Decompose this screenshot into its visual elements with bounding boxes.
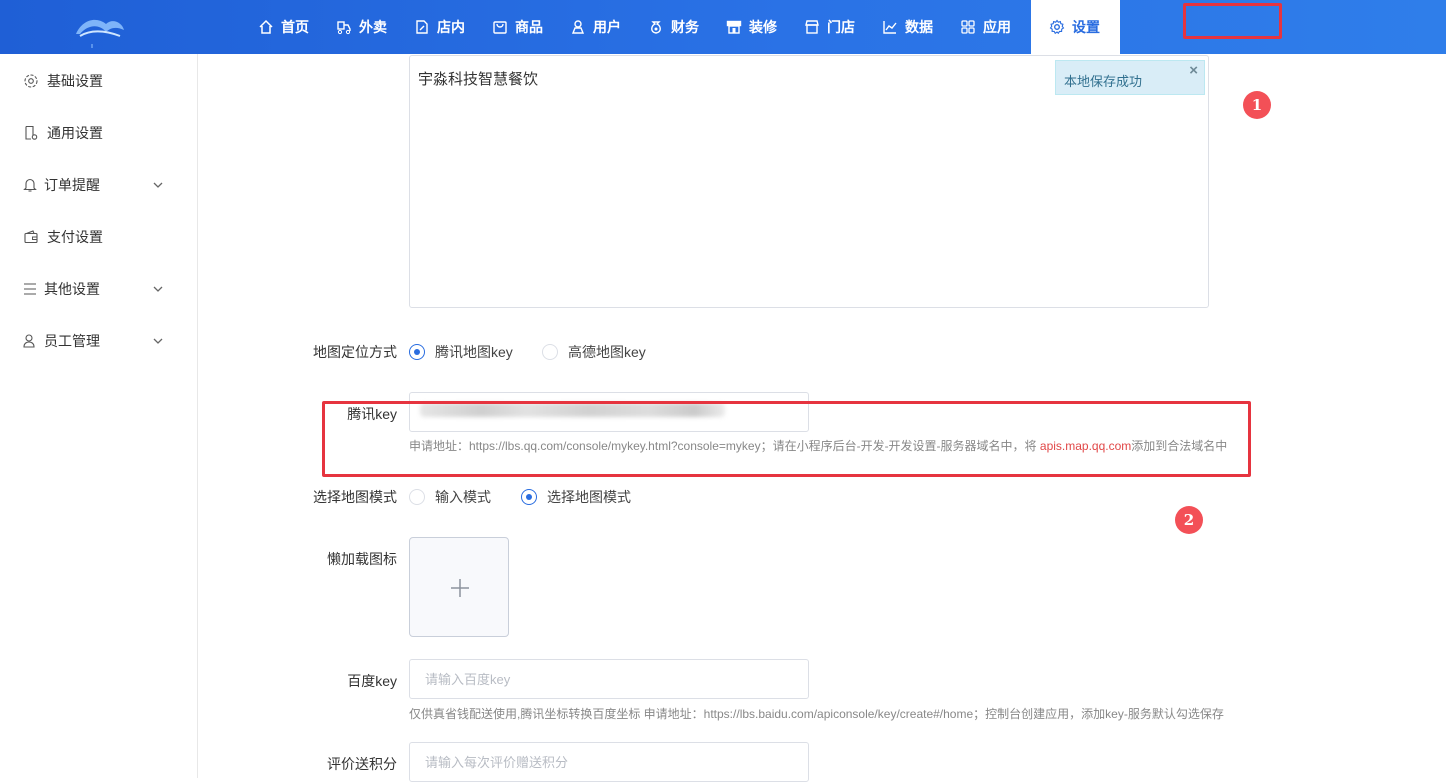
nav-users[interactable]: 用户 xyxy=(557,0,635,54)
map-mode-label: 选择地图模式 xyxy=(313,489,397,505)
nav-label: 设置 xyxy=(1072,19,1100,35)
save-success-toast: 本地保存成功 × xyxy=(1055,60,1205,95)
gear-icon xyxy=(24,74,38,88)
radio-dot-checked xyxy=(521,489,537,505)
radio-input-mode[interactable]: 输入模式 xyxy=(409,487,491,507)
nav-apps[interactable]: 应用 xyxy=(947,0,1025,54)
radio-tencent-map-key[interactable]: 腾讯地图key xyxy=(409,342,513,362)
chart-icon xyxy=(883,21,897,34)
radio-dot-checked xyxy=(409,344,425,360)
nav-label: 装修 xyxy=(749,19,777,35)
gear-icon xyxy=(1049,19,1065,35)
chevron-down-icon xyxy=(153,182,163,188)
document-icon xyxy=(25,125,38,140)
apps-grid-icon xyxy=(961,20,975,34)
radio-select-map-mode[interactable]: 选择地图模式 xyxy=(521,487,631,507)
top-navbar: 首页 外卖 店内 商品 用户 财务 装修 门店 数据 应用 设置 xyxy=(0,0,1446,54)
nav-label: 外卖 xyxy=(359,19,387,35)
radio-dot xyxy=(409,489,425,505)
baidu-key-hint: 仅供真省钱配送使用,腾讯坐标转换百度坐标 申请地址：https://lbs.ba… xyxy=(409,707,1224,721)
toast-text: 本地保存成功 xyxy=(1064,74,1143,89)
menu-lines-icon xyxy=(24,283,36,295)
bell-icon xyxy=(23,178,37,192)
nav-label: 财务 xyxy=(671,19,699,35)
lazy-icon-label: 懒加载图标 xyxy=(327,551,397,567)
nav-products[interactable]: 商品 xyxy=(479,0,557,54)
radio-label: 选择地图模式 xyxy=(547,489,631,505)
sidebar-item-order-alerts[interactable]: 订单提醒 xyxy=(0,159,197,211)
user-icon xyxy=(571,20,585,34)
sidebar-item-label: 支付设置 xyxy=(47,229,103,245)
shop-icon xyxy=(805,20,819,34)
sidebar-item-payment-settings[interactable]: 支付设置 xyxy=(0,211,197,263)
storefront-icon xyxy=(726,20,742,34)
review-points-label: 评价送积分 xyxy=(327,756,397,772)
sidebar: 基础设置 通用设置 订单提醒 支付设置 其他设置 员工管理 xyxy=(0,54,198,778)
nav-label: 首页 xyxy=(281,19,309,35)
sidebar-item-label: 员工管理 xyxy=(44,333,100,349)
sidebar-item-staff-management[interactable]: 员工管理 xyxy=(0,315,197,367)
nav-label: 门店 xyxy=(827,19,855,35)
sidebar-item-label: 订单提醒 xyxy=(44,177,100,193)
sidebar-item-general-settings[interactable]: 通用设置 xyxy=(0,107,197,159)
nav-label: 应用 xyxy=(983,19,1011,35)
bag-icon xyxy=(493,21,507,34)
sidebar-item-label: 基础设置 xyxy=(47,73,103,89)
nav-label: 店内 xyxy=(437,19,465,35)
money-bag-icon xyxy=(651,21,661,34)
settings-highlight-box xyxy=(1183,3,1282,39)
toast-close-icon[interactable]: × xyxy=(1189,62,1198,79)
baidu-key-label: 百度key xyxy=(347,673,397,689)
radio-label: 腾讯地图key xyxy=(435,344,513,360)
nav-label: 用户 xyxy=(593,19,621,35)
nav-data[interactable]: 数据 xyxy=(869,0,947,54)
annotation-badge-1: 1 xyxy=(1243,91,1271,119)
logo-icon xyxy=(76,19,124,48)
plus-icon xyxy=(451,579,469,597)
nav-delivery[interactable]: 外卖 xyxy=(323,0,401,54)
nav-stores[interactable]: 门店 xyxy=(791,0,869,54)
nav-label: 数据 xyxy=(905,19,933,35)
sidebar-item-label: 通用设置 xyxy=(47,125,103,141)
chevron-down-icon xyxy=(153,338,163,344)
radio-dot xyxy=(542,344,558,360)
baidu-key-input[interactable] xyxy=(409,659,809,699)
sidebar-item-label: 其他设置 xyxy=(44,281,100,297)
nav-settings[interactable]: 设置 xyxy=(1031,0,1120,54)
nav-home[interactable]: 首页 xyxy=(245,0,323,54)
delivery-icon xyxy=(337,21,351,35)
sidebar-item-other-settings[interactable]: 其他设置 xyxy=(0,263,197,315)
review-points-input[interactable] xyxy=(409,742,809,782)
lazy-icon-upload[interactable] xyxy=(409,537,509,637)
sidebar-item-basic-settings[interactable]: 基础设置 xyxy=(0,55,197,107)
radio-label: 输入模式 xyxy=(435,489,491,505)
person-icon xyxy=(23,334,35,348)
radio-amap-key[interactable]: 高德地图key xyxy=(542,342,646,362)
radio-label: 高德地图key xyxy=(568,344,646,360)
main-nav: 首页 外卖 店内 商品 用户 财务 装修 门店 数据 应用 设置 xyxy=(245,0,1120,54)
chevron-down-icon xyxy=(153,286,163,292)
nav-instore[interactable]: 店内 xyxy=(401,0,479,54)
nav-label: 商品 xyxy=(515,19,543,35)
tencent-key-highlight-box xyxy=(322,401,1251,477)
nav-decoration[interactable]: 装修 xyxy=(713,0,791,54)
home-icon xyxy=(259,19,273,34)
nav-finance[interactable]: 财务 xyxy=(635,0,713,54)
store-edit-icon xyxy=(416,20,428,34)
annotation-badge-2: 2 xyxy=(1175,506,1203,534)
map-location-label: 地图定位方式 xyxy=(313,344,397,360)
wallet-icon xyxy=(24,230,38,244)
